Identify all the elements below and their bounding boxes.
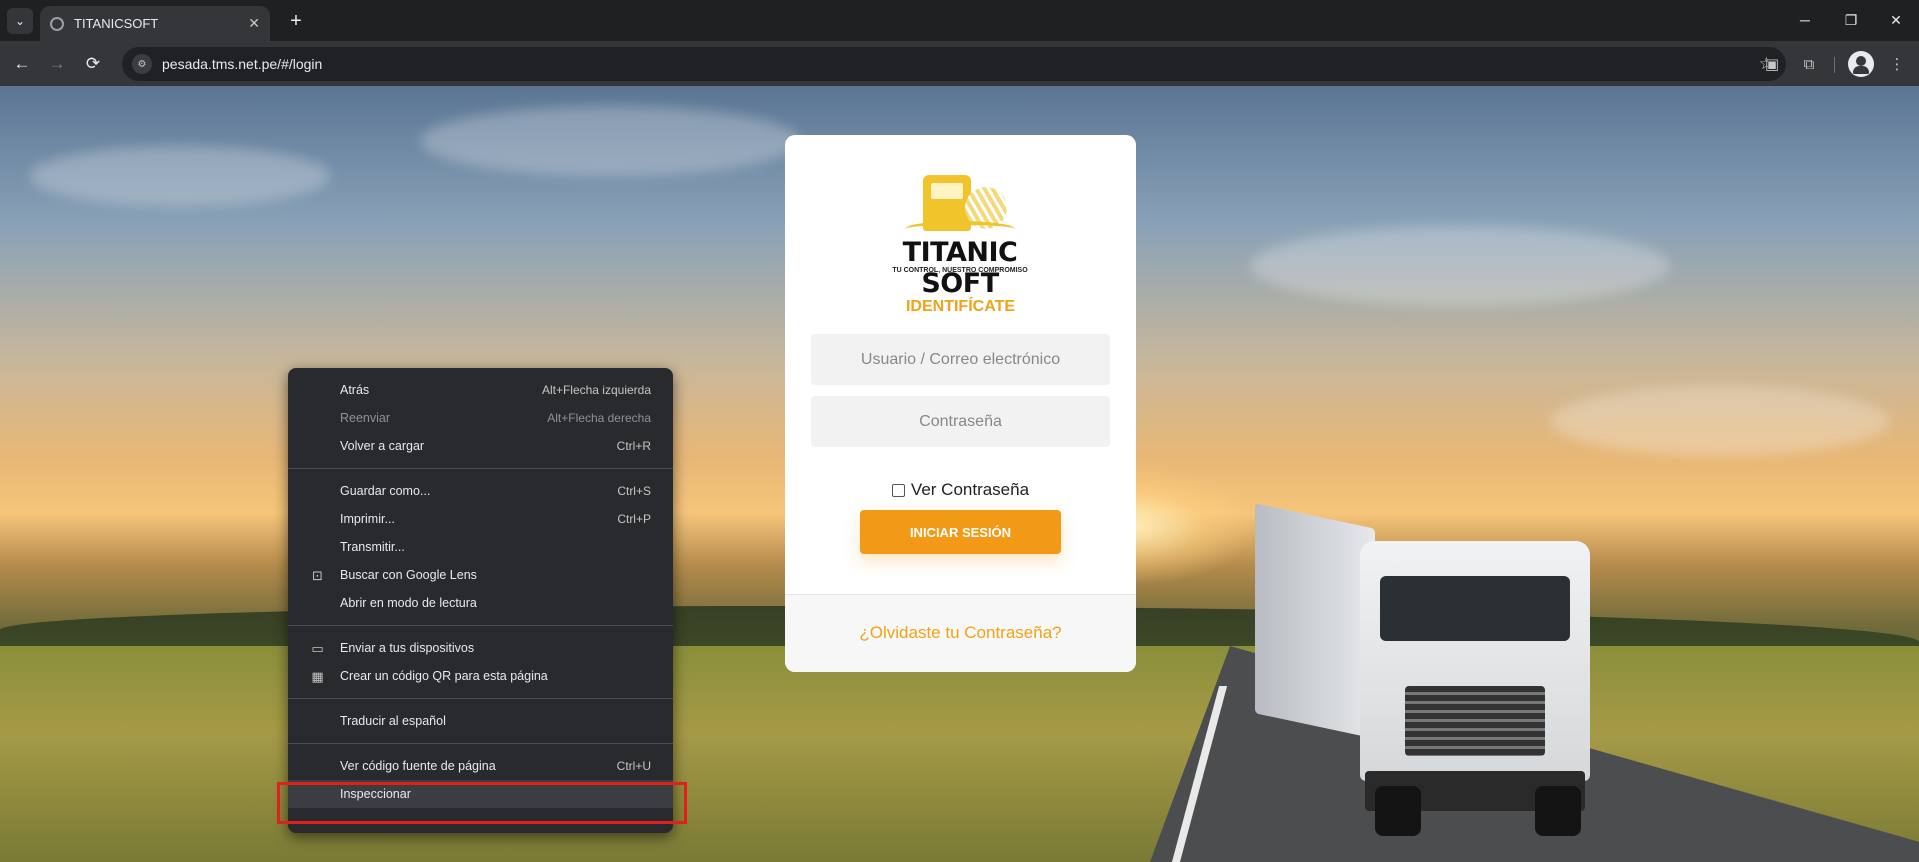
login-button[interactable]: INICIAR SESIÓN [860,510,1061,554]
menu-item-view-source[interactable]: Ver código fuente de página Ctrl+U [288,752,673,780]
tab-titanicsoft[interactable]: TITANICSOFT ✕ [40,6,270,41]
extension-icon[interactable]: ▣ [1760,52,1784,76]
site-info-icon[interactable]: ⚙ [132,54,152,74]
brand-tagline: TU CONTROL, NUESTRO COMPROMISO [892,267,1028,274]
close-window-button[interactable]: ✕ [1879,4,1913,36]
extensions-puzzle-icon[interactable]: ⧉ [1797,52,1821,76]
qr-code-icon: ▦ [311,669,324,684]
menu-item-label: Atrás [340,383,370,397]
menu-item-label: Imprimir... [340,512,395,526]
titanicsoft-logo: TITANIC SOFT TU CONTROL, NUESTRO COMPROM… [860,175,1060,299]
menu-item-save-as[interactable]: Guardar como... Ctrl+S [288,477,673,505]
login-card: TITANIC SOFT TU CONTROL, NUESTRO COMPROM… [785,135,1136,672]
menu-item-shortcut: Alt+Flecha derecha [547,411,651,425]
menu-item-label: Crear un código QR para esta página [340,669,548,683]
more-menu-icon[interactable]: ⋮ [1885,52,1909,76]
globe-icon [50,16,64,31]
menu-item-label: Volver a cargar [340,439,425,453]
context-menu: Atrás Alt+Flecha izquierda Reenviar Alt+Fl… [288,368,673,833]
logo-arc [905,221,1015,237]
menu-item-label: Traducir al español [340,714,446,728]
menu-item-reading-mode[interactable]: Abrir en modo de lectura [288,589,673,617]
username-input[interactable] [811,334,1110,385]
url-text[interactable]: pesada.tms.net.pe/#/login [162,56,1759,72]
show-password-checkbox[interactable] [891,483,905,497]
menu-item-reload[interactable]: Volver a cargar Ctrl+R [288,432,673,460]
inspect-highlight-box [277,782,687,824]
menu-item-shortcut: Ctrl+U [616,759,651,773]
menu-separator [288,625,673,626]
menu-item-forward[interactable]: Reenviar Alt+Flecha derecha [288,404,673,432]
devices-icon: ▭ [311,641,324,656]
menu-item-back[interactable]: Atrás Alt+Flecha izquierda [288,376,673,404]
menu-separator [288,468,673,469]
menu-item-label: Enviar a tus dispositivos [340,641,475,655]
profile-avatar-icon[interactable] [1848,51,1874,77]
menu-item-label: Abrir en modo de lectura [340,596,477,610]
cloud [1550,386,1890,456]
back-button[interactable]: ← [8,50,36,78]
menu-item-label: Ver código fuente de página [340,759,496,773]
cloud [30,146,330,206]
browser-toolbar: ← → ⟳ ⚙ pesada.tms.net.pe/#/login ☆ ▣ ⧉ … [0,41,1919,86]
show-password-row: Ver Contraseña [785,480,1136,500]
tab-close-icon[interactable]: ✕ [248,15,260,32]
menu-item-qr-code[interactable]: ▦ Crear un código QR para esta página [288,662,673,690]
truck-illustration [1255,503,1625,846]
tab-strip: ⌄ TITANICSOFT ✕ + ─ ❐ ✕ [0,0,1919,41]
card-divider [785,594,1136,595]
menu-item-shortcut: Ctrl+R [616,439,651,453]
password-input[interactable] [811,396,1110,447]
menu-item-shortcut: Alt+Flecha izquierda [541,383,651,397]
menu-item-send-to-devices[interactable]: ▭ Enviar a tus dispositivos [288,634,673,662]
menu-item-label: Buscar con Google Lens [340,568,477,582]
menu-item-print[interactable]: Imprimir... Ctrl+P [288,505,673,533]
tab-title: TITANICSOFT [74,16,159,31]
menu-item-label: Reenviar [340,411,391,425]
toolbar-divider [1834,57,1835,73]
google-lens-icon: ⊡ [312,568,323,583]
address-bar[interactable]: ⚙ pesada.tms.net.pe/#/login ☆ [122,47,1786,81]
forward-button[interactable]: → [43,50,71,78]
new-tab-button[interactable]: + [282,7,310,35]
menu-separator [288,698,673,699]
forgot-password-link[interactable]: ¿Olvidaste tu Contraseña? [785,623,1136,643]
menu-item-shortcut: Ctrl+P [617,512,651,526]
show-password-label[interactable]: Ver Contraseña [911,480,1029,500]
menu-item-google-lens[interactable]: ⊡ Buscar con Google Lens [288,561,673,589]
cloud [1250,226,1670,306]
menu-item-label: Transmitir... [340,540,405,554]
menu-item-label: Guardar como... [340,484,431,498]
menu-separator [288,743,673,744]
restore-button[interactable]: ❐ [1834,4,1868,36]
minimize-button[interactable]: ─ [1788,4,1822,36]
chevron-down-icon: ⌄ [14,14,26,28]
menu-item-shortcut: Ctrl+S [617,484,651,498]
menu-item-translate[interactable]: Traducir al español [288,707,673,735]
menu-item-cast[interactable]: Transmitir... [288,533,673,561]
cloud [420,106,800,176]
login-heading: IDENTIFÍCATE [905,298,1016,315]
tab-search-button[interactable]: ⌄ [7,8,33,34]
reload-button[interactable]: ⟳ [79,50,107,78]
